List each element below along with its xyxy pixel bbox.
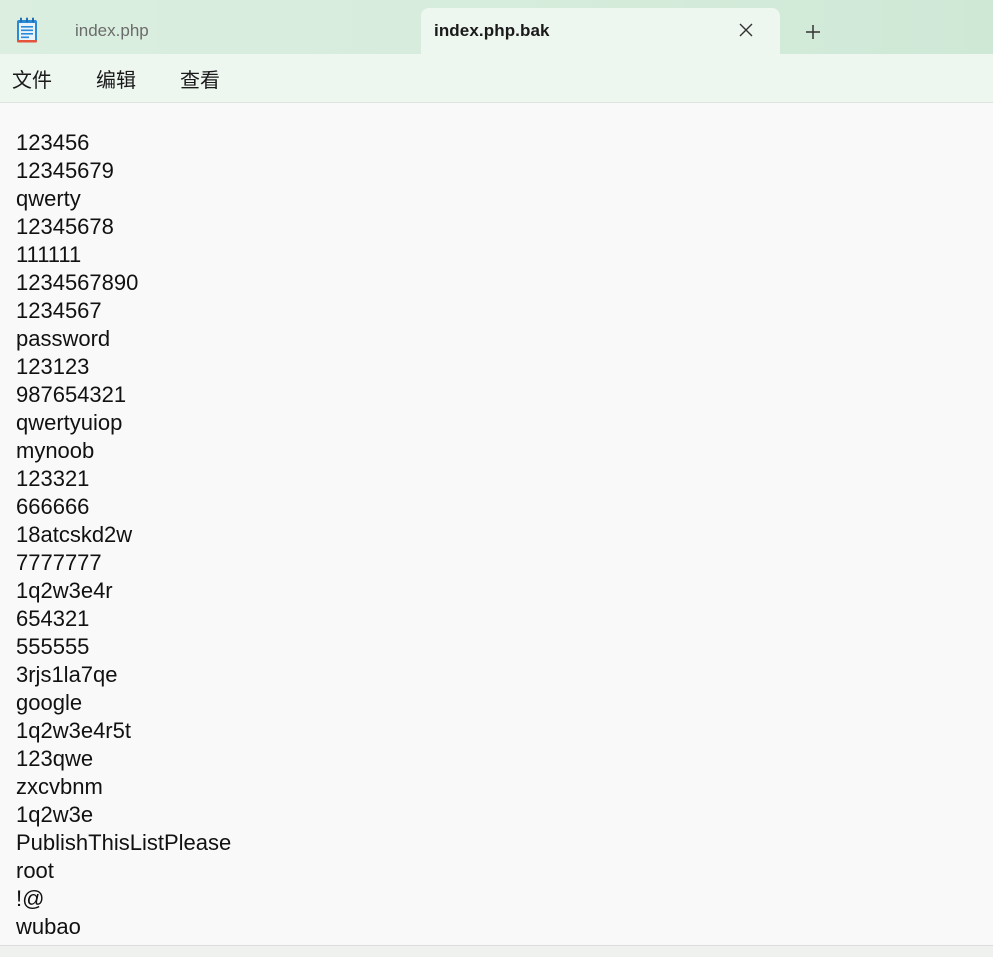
close-tab-button[interactable] [734,18,758,42]
text-line: PublishThisListPlease [16,830,232,855]
text-line: 3rjs1la7qe [16,662,118,687]
text-line: 123321 [16,466,90,491]
text-line: zxcvbnm [16,774,103,799]
text-line: 123qwe [16,746,94,771]
tab-index-php[interactable]: index.php [56,8,418,54]
text-line: 7777777 [16,550,102,575]
menu-file[interactable]: 文件 [12,54,52,102]
menu-view[interactable]: 查看 [180,54,220,102]
text-line: 555555 [16,634,90,659]
menu-edit[interactable]: 编辑 [96,54,136,102]
text-line: mynoob [16,438,95,463]
text-line: 18atcskd2w [16,522,133,547]
text-line: google [16,690,83,715]
text-line: !@ [16,886,45,911]
text-line: 1234567890 [16,270,139,295]
new-tab-button[interactable] [795,16,831,48]
text-line: 666666 [16,494,90,519]
text-line: 1234567 [16,298,102,323]
text-line: 123123 [16,354,90,379]
tab-label: index.php [75,21,149,40]
text-line: 654321 [16,606,90,631]
text-line: root [16,858,54,883]
notepad-icon [16,17,38,43]
close-icon [739,23,753,37]
text-line: 123456 [16,130,90,155]
tab-index-php-bak[interactable]: index.php.bak [421,8,780,54]
menu-bar: 文件 编辑 查看 [0,54,993,103]
text-line: 1q2w3e [16,802,94,827]
title-bar[interactable]: index.php index.php.bak [0,0,993,54]
text-line: 1q2w3e4r [16,578,113,603]
text-line: 111111 [16,242,82,267]
text-line: password [16,326,111,351]
text-line: 987654321 [16,382,127,407]
text-line: qwerty [16,186,81,211]
text-line: 12345679 [16,158,114,183]
text-line: wubao [16,914,81,939]
notepad-window: index.php index.php.bak 文件 编辑 查看 123456 … [0,0,993,957]
text-editor[interactable]: 123456 12345679 qwerty 12345678 111111 1… [0,103,993,945]
text-line: 12345678 [16,214,114,239]
status-bar [0,945,993,957]
text-line: 1q2w3e4r5t [16,718,131,743]
plus-icon [806,25,820,39]
text-line: qwertyuiop [16,410,123,435]
text-content: 123456 12345679 qwerty 12345678 111111 1… [16,129,231,941]
tab-label: index.php.bak [434,21,550,40]
